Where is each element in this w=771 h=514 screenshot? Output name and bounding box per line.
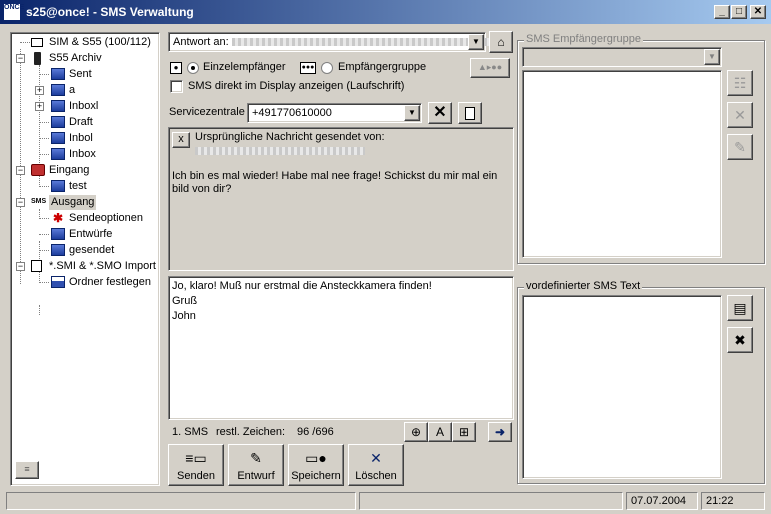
window-title: s25@once! - SMS Verwaltung <box>26 5 194 19</box>
title-bar: ONCE s25@once! - SMS Verwaltung _ □ ✕ <box>0 0 771 24</box>
symbols-button[interactable]: ⊞ <box>452 422 476 442</box>
pen-icon: ✎ <box>250 450 262 466</box>
outbox-icon: SMS <box>31 198 47 205</box>
remove-from-group-button[interactable]: ✕ <box>727 102 753 128</box>
sms-card-icon: ▭● <box>305 450 327 466</box>
reply-label: Antwort an: <box>173 36 229 48</box>
inbox-icon <box>31 164 45 176</box>
import-icon <box>31 260 42 272</box>
send-sms-icon: ≡▭ <box>185 450 207 466</box>
radio-single[interactable] <box>187 62 199 74</box>
group-remove-icon: ✕ <box>734 107 746 123</box>
predefined-text-list[interactable] <box>522 295 722 479</box>
close-button[interactable]: ✕ <box>750 5 766 19</box>
chevron-down-icon[interactable]: ▼ <box>404 105 420 121</box>
recipient-group-title: SMS Empfängergruppe <box>524 33 643 45</box>
delete-button[interactable]: ✕ Löschen <box>348 444 404 486</box>
folder-icon <box>51 116 65 128</box>
status-pane-main <box>6 492 356 510</box>
redacted-sender <box>195 147 365 155</box>
folder-icon <box>51 100 65 112</box>
send-button[interactable]: ≡▭ Senden <box>168 444 224 486</box>
folder-icon <box>51 148 65 160</box>
font-icon: A <box>435 425 444 439</box>
service-center-label: Servicezentrale <box>169 106 245 118</box>
display-checkbox[interactable] <box>170 80 183 93</box>
address-book-button[interactable]: ⌂ <box>489 31 513 53</box>
radio-group[interactable] <box>321 62 333 74</box>
tree-options-button[interactable]: ≡ <box>15 461 39 479</box>
draft-button[interactable]: ✎ Entwurf <box>228 444 284 486</box>
reply-to-combo[interactable]: Antwort an: ▼ <box>168 32 492 52</box>
minimize-button[interactable]: _ <box>714 5 730 19</box>
edit-icon: ✎ <box>734 139 746 155</box>
folder-tree[interactable]: SIM & S55 (100/112) − S55 Archiv Sent + … <box>10 32 160 486</box>
chevron-down-icon[interactable]: ▼ <box>704 49 720 65</box>
expand-inboxl-icon[interactable]: + <box>35 102 44 111</box>
sim-card-icon <box>31 38 43 47</box>
expand-a-icon[interactable]: + <box>35 86 44 95</box>
cross-icon: ✕ <box>433 104 447 121</box>
status-date: 07.07.2004 <box>626 492 698 510</box>
folder-set-icon <box>51 276 65 288</box>
message-textarea[interactable]: Jo, klaro! Muß nur erstmal die Ansteckka… <box>168 276 514 420</box>
original-header: Ursprüngliche Nachricht gesendet von: <box>195 131 385 143</box>
recipient-group-combo[interactable]: ▼ <box>522 47 722 67</box>
folder-icon <box>51 84 65 96</box>
document-icon <box>465 107 475 121</box>
folder-icon <box>51 132 65 144</box>
service-center-combo[interactable]: +491770610000 ▼ <box>247 103 422 123</box>
recipient-group-list[interactable] <box>522 70 722 258</box>
arrow-right-icon: ➜ <box>494 425 506 439</box>
status-pane-middle <box>359 492 623 510</box>
predefined-text-title: vordefinierter SMS Text <box>524 280 643 292</box>
collapse-ausgang-icon[interactable]: − <box>16 198 25 207</box>
next-button[interactable]: ➜ <box>488 422 512 442</box>
new-document-button[interactable] <box>458 102 482 124</box>
magnifier-icon: ⊕ <box>410 425 422 439</box>
single-recipient-icon: ● <box>170 62 182 74</box>
radio-group-label: Empfängergruppe <box>338 61 427 73</box>
close-original-button[interactable]: x <box>172 132 190 148</box>
folder-icon <box>51 244 65 256</box>
text-format-button[interactable]: A <box>428 422 452 442</box>
add-to-group-button[interactable]: ☷ <box>727 70 753 96</box>
chevron-down-icon[interactable]: ▼ <box>468 34 484 50</box>
delete-x-icon: ✕ <box>370 450 382 466</box>
collapse-eingang-icon[interactable]: − <box>16 166 25 175</box>
original-message-panel: x Ursprüngliche Nachricht gesendet von: … <box>168 127 514 271</box>
delete-service-center-button[interactable]: ✕ <box>428 102 452 124</box>
new-note-icon: ▤ <box>733 300 747 316</box>
remaining-value: 96 /696 <box>297 426 334 438</box>
collapse-import-icon[interactable]: − <box>16 262 25 271</box>
display-checkbox-label: SMS direkt im Display anzeigen (Laufschr… <box>188 80 405 92</box>
group-recipient-icon: ●●● <box>300 62 316 74</box>
maximize-button[interactable]: □ <box>731 5 747 19</box>
options-icon: ✱ <box>52 211 64 225</box>
radio-single-label: Einzelempfänger <box>203 61 286 73</box>
redacted-recipient <box>231 38 492 47</box>
delete-note-icon: ✖ <box>734 332 746 348</box>
folder-icon <box>51 68 65 80</box>
folder-icon <box>51 180 65 192</box>
new-predefined-text-button[interactable]: ▤ <box>727 295 753 321</box>
collapse-archiv-icon[interactable]: − <box>16 54 25 63</box>
group-add-icon: ☷ <box>733 75 747 91</box>
phone-icon <box>34 52 41 65</box>
book-icon: ⌂ <box>497 35 505 49</box>
symbols-icon: ⊞ <box>458 425 470 439</box>
sms-count: 1. SMS <box>172 426 209 438</box>
delete-predefined-text-button[interactable]: ✖ <box>727 327 753 353</box>
group-switch-button[interactable]: ▲▸●● <box>470 58 510 78</box>
app-icon: ONCE <box>4 4 24 20</box>
original-message-text: Ich bin es mal wieder! Habe mal nee frag… <box>172 170 498 195</box>
status-time: 21:22 <box>701 492 765 510</box>
remaining-label: restl. Zeichen: <box>216 426 286 438</box>
folder-icon <box>51 228 65 240</box>
edit-group-button[interactable]: ✎ <box>727 134 753 160</box>
zoom-button[interactable]: ⊕ <box>404 422 428 442</box>
save-button[interactable]: ▭● Speichern <box>288 444 344 486</box>
